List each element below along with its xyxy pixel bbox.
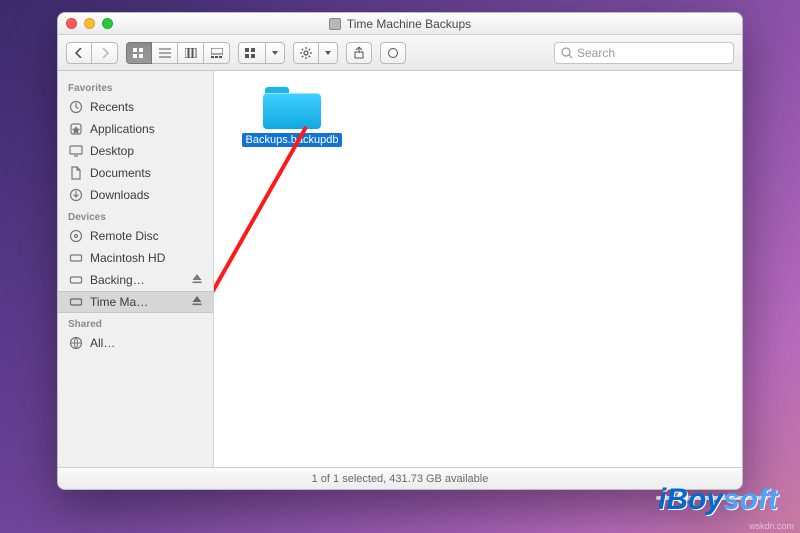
view-mode-buttons xyxy=(126,42,230,64)
drive-icon xyxy=(329,18,341,30)
share-button[interactable] xyxy=(346,42,372,64)
gallery-view-button[interactable] xyxy=(204,42,230,64)
nav-buttons xyxy=(66,42,118,64)
sidebar-item-applications[interactable]: Applications xyxy=(58,118,213,140)
list-view-button[interactable] xyxy=(152,42,178,64)
drive-icon xyxy=(68,272,84,288)
sidebar-item-downloads[interactable]: Downloads xyxy=(58,184,213,206)
search-field[interactable]: Search xyxy=(554,42,734,64)
annotation-arrow xyxy=(214,113,338,373)
gear-icon xyxy=(300,47,312,59)
eject-icon[interactable] xyxy=(191,273,205,287)
sidebar-item-all-shared[interactable]: All… xyxy=(58,332,213,354)
titlebar: Time Machine Backups xyxy=(58,13,742,35)
action-chevron[interactable] xyxy=(319,42,338,64)
group-by-button[interactable] xyxy=(238,42,266,64)
toolbar: Search xyxy=(58,35,742,71)
search-icon xyxy=(561,47,573,59)
tag-icon xyxy=(387,47,399,59)
shared-header: Shared xyxy=(58,313,213,332)
app-icon xyxy=(68,121,84,137)
sidebar-item-label: Macintosh HD xyxy=(90,251,205,265)
sidebar: Favorites Recents Applications Desktop D… xyxy=(58,71,214,467)
sidebar-item-label: Downloads xyxy=(90,188,205,202)
desktop-icon xyxy=(68,143,84,159)
window-controls xyxy=(66,18,113,29)
sidebar-item-label: Documents xyxy=(90,166,205,180)
clock-icon xyxy=(68,99,84,115)
search-placeholder: Search xyxy=(577,46,615,60)
favorites-header: Favorites xyxy=(58,77,213,96)
folder-item-backupdb[interactable]: Backups.backupdb xyxy=(244,85,340,147)
window-title: Time Machine Backups xyxy=(329,17,471,31)
tags-button[interactable] xyxy=(380,42,406,64)
sidebar-item-macintosh-hd[interactable]: Macintosh HD xyxy=(58,247,213,269)
sidebar-item-label: All… xyxy=(90,336,205,350)
sidebar-item-label: Remote Disc xyxy=(90,229,205,243)
sidebar-item-backing[interactable]: Backing… xyxy=(58,269,213,291)
sidebar-item-desktop[interactable]: Desktop xyxy=(58,140,213,162)
arrange-menu xyxy=(238,42,285,64)
action-button[interactable] xyxy=(293,42,319,64)
status-text: 1 of 1 selected, 431.73 GB available xyxy=(312,473,489,485)
sidebar-item-remote-disc[interactable]: Remote Disc xyxy=(58,225,213,247)
sidebar-item-label: Applications xyxy=(90,122,205,136)
drive-icon xyxy=(68,250,84,266)
watermark-logo: iBoysoft xyxy=(658,483,778,517)
eject-icon[interactable] xyxy=(191,295,205,309)
action-menu xyxy=(293,42,338,64)
share-icon xyxy=(353,47,365,59)
drive-icon xyxy=(68,294,84,310)
minimize-button[interactable] xyxy=(84,18,95,29)
back-button[interactable] xyxy=(66,42,92,64)
forward-button[interactable] xyxy=(92,42,118,64)
finder-window: Time Machine Backups xyxy=(57,12,743,490)
folder-icon xyxy=(263,85,321,129)
sidebar-item-time-machine[interactable]: Time Ma… xyxy=(58,291,213,313)
disc-icon xyxy=(68,228,84,244)
group-by-chevron[interactable] xyxy=(266,42,285,64)
content-area[interactable]: Backups.backupdb xyxy=(214,71,742,467)
devices-header: Devices xyxy=(58,206,213,225)
sidebar-item-recents[interactable]: Recents xyxy=(58,96,213,118)
download-icon xyxy=(68,187,84,203)
sidebar-item-documents[interactable]: Documents xyxy=(58,162,213,184)
icon-view-button[interactable] xyxy=(126,42,152,64)
folder-label: Backups.backupdb xyxy=(242,133,343,147)
sidebar-item-label: Desktop xyxy=(90,144,205,158)
sidebar-item-label: Backing… xyxy=(90,273,185,287)
status-bar: 1 of 1 selected, 431.73 GB available xyxy=(58,467,742,489)
doc-icon xyxy=(68,165,84,181)
sidebar-item-label: Time Ma… xyxy=(90,295,185,309)
globe-icon xyxy=(68,335,84,351)
source-caption: wskdn.com xyxy=(749,521,794,531)
window-title-text: Time Machine Backups xyxy=(347,17,471,31)
close-button[interactable] xyxy=(66,18,77,29)
column-view-button[interactable] xyxy=(178,42,204,64)
zoom-button[interactable] xyxy=(102,18,113,29)
sidebar-item-label: Recents xyxy=(90,100,205,114)
